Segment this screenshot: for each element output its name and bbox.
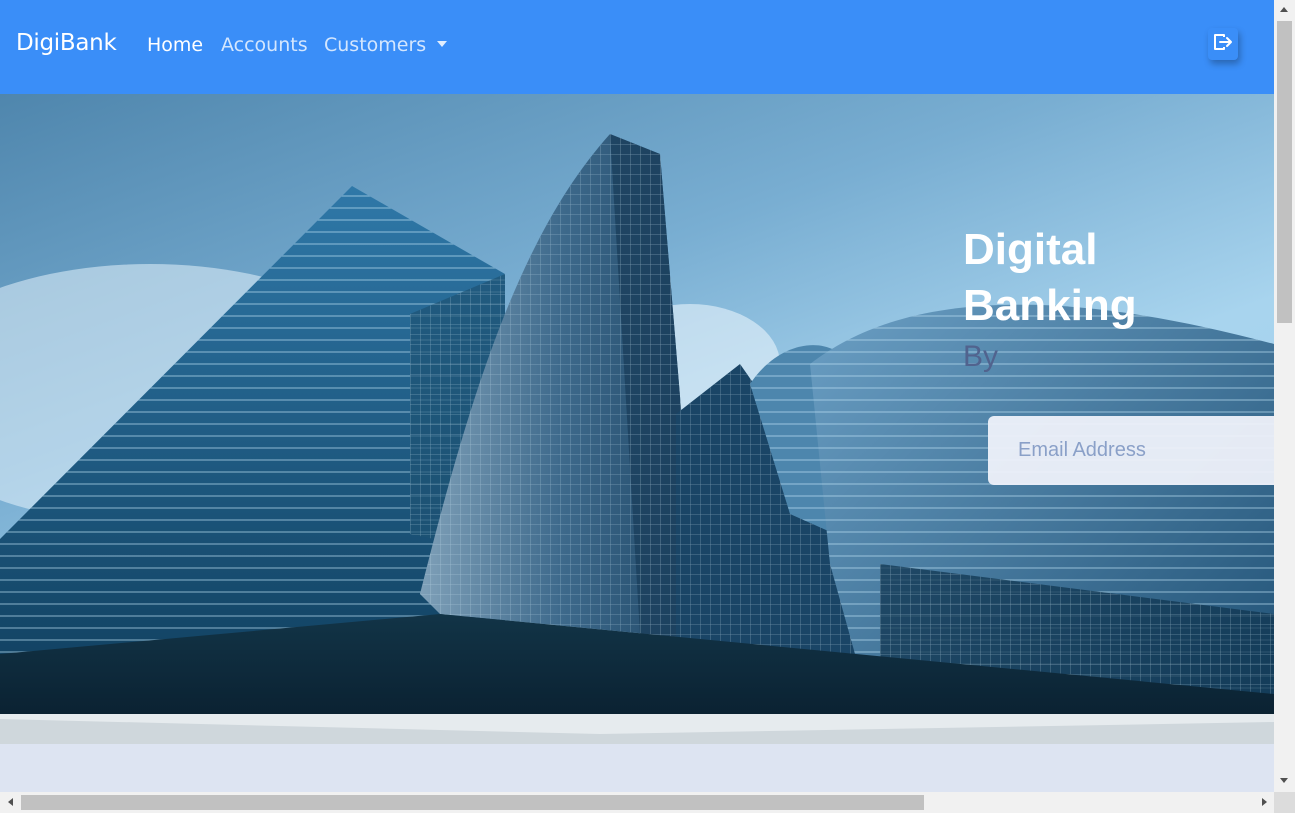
- navbar: DigiBank Home Accounts Customers: [0, 0, 1274, 94]
- hero-section: Digital Banking By Email Address: [0, 94, 1274, 744]
- scrollbar-corner: [1274, 792, 1295, 813]
- page-viewport: DigiBank Home Accounts Customers Digital…: [0, 0, 1274, 792]
- nav-link-home[interactable]: Home: [147, 34, 203, 56]
- hero-subtitle: By: [963, 340, 999, 373]
- nav-link-accounts[interactable]: Accounts: [221, 34, 308, 56]
- vertical-scroll-thumb[interactable]: [1277, 21, 1292, 323]
- vertical-scrollbar[interactable]: [1274, 0, 1295, 792]
- logout-icon: [1213, 33, 1233, 55]
- scroll-up-icon[interactable]: [1280, 7, 1288, 12]
- horizontal-scrollbar[interactable]: [0, 792, 1274, 813]
- brand-logo[interactable]: DigiBank: [16, 30, 117, 56]
- nav-link-customers-label: Customers: [324, 34, 427, 56]
- hero-title: Digital Banking: [963, 225, 1137, 330]
- scroll-down-icon[interactable]: [1280, 778, 1288, 783]
- email-field[interactable]: Email Address: [988, 416, 1274, 485]
- logout-button[interactable]: [1208, 28, 1238, 60]
- horizontal-scroll-thumb[interactable]: [21, 795, 924, 810]
- scroll-left-icon[interactable]: [8, 798, 13, 806]
- nav-link-customers[interactable]: Customers: [324, 34, 448, 56]
- chevron-down-icon: [437, 41, 448, 47]
- scroll-right-icon[interactable]: [1262, 798, 1267, 806]
